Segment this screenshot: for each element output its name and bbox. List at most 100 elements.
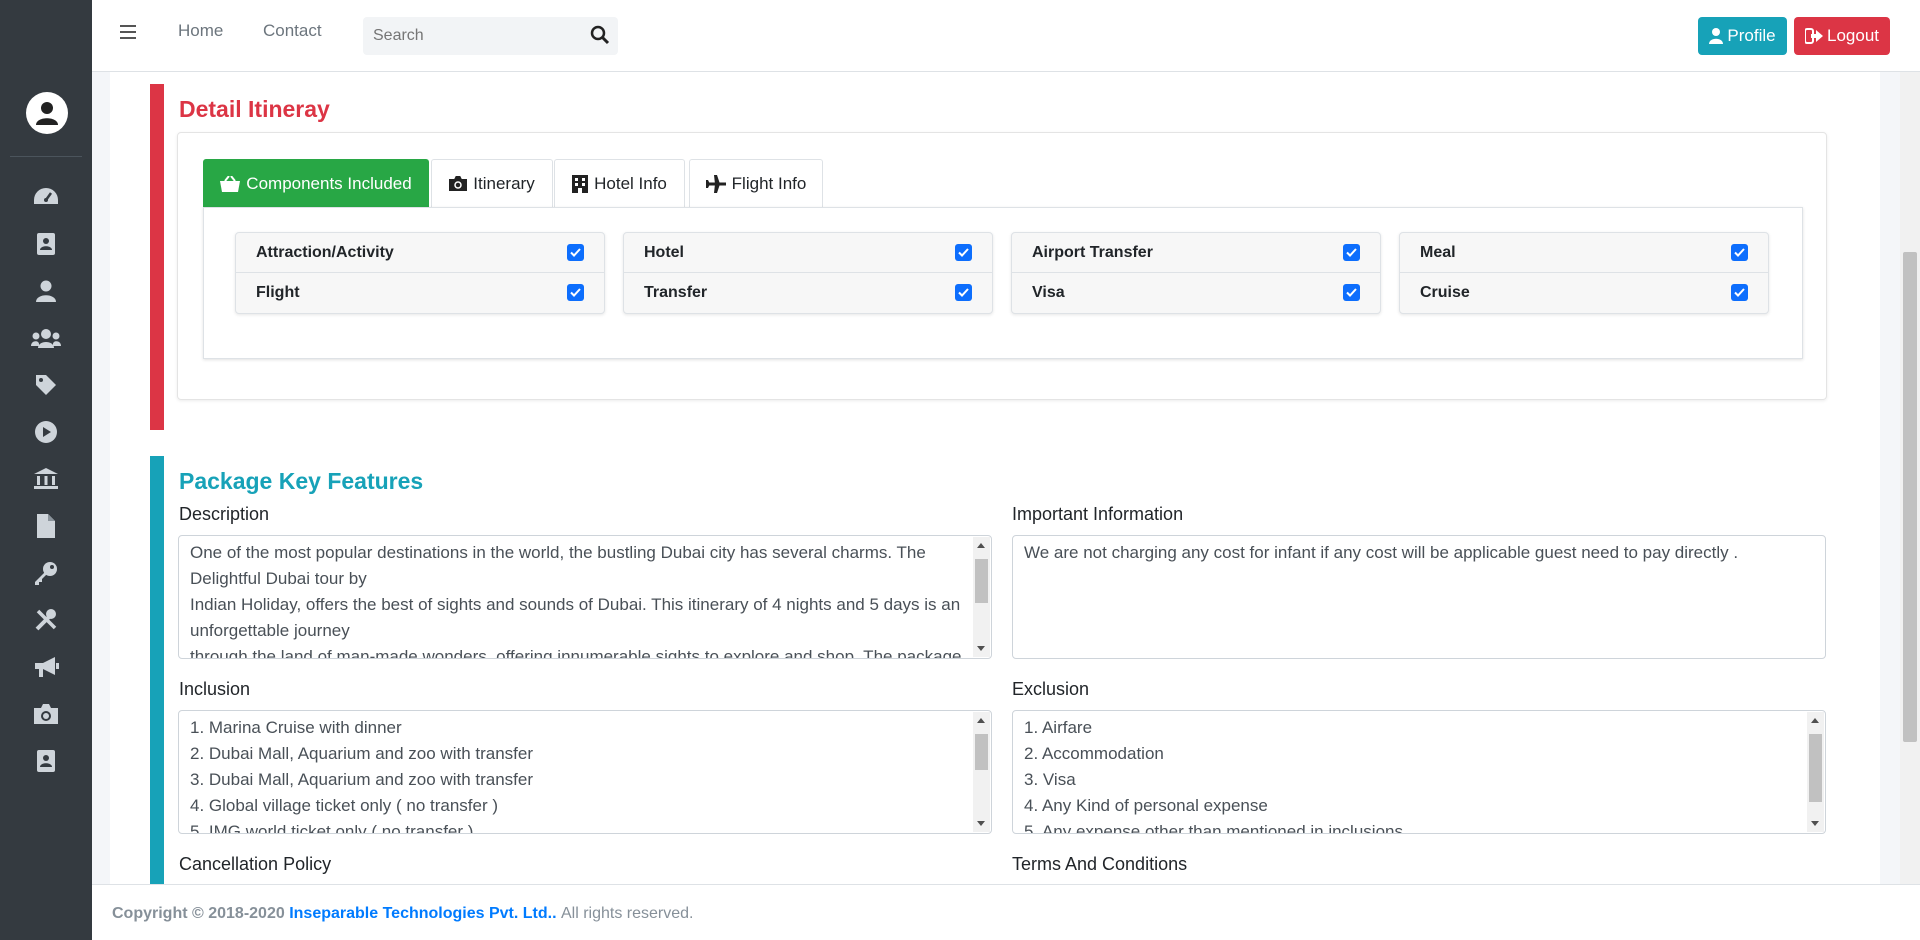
component-row: Transfer	[624, 273, 992, 313]
important-information-label: Important Information	[1012, 504, 1184, 524]
exclusion-textarea[interactable]: 1. Airfare 2. Accommodation 3. Visa 4. A…	[1012, 710, 1826, 834]
user-icon	[1709, 28, 1724, 44]
text-line: through the land of man-made wonders, of…	[190, 647, 962, 659]
bullhorn-icon[interactable]	[31, 654, 61, 680]
dashboard-icon[interactable]	[31, 184, 61, 210]
nav-link-home[interactable]: Home	[178, 21, 223, 41]
scroll-down-arrow-icon[interactable]	[977, 646, 985, 651]
tools-icon[interactable]	[31, 607, 61, 633]
description-label: Description	[179, 504, 270, 524]
hamburger-menu-icon[interactable]	[120, 20, 144, 44]
scroll-up-arrow-icon[interactable]	[1811, 718, 1819, 723]
checkbox-checked-icon[interactable]	[955, 284, 972, 301]
page-scrollbar[interactable]	[1900, 72, 1920, 940]
textarea-scrollbar[interactable]	[973, 712, 990, 832]
component-row: Airport Transfer	[1012, 233, 1380, 273]
text-line: 4. Any Kind of personal expense	[1024, 796, 1268, 815]
inclusion-textarea[interactable]: 1. Marina Cruise with dinner 2. Dubai Ma…	[178, 710, 992, 834]
profile-button[interactable]: Profile	[1698, 17, 1787, 55]
important-information-textarea[interactable]: We are not charging any cost for infant …	[1012, 535, 1826, 659]
component-row: Flight	[236, 273, 604, 313]
camera-icon[interactable]	[31, 701, 61, 727]
component-card: Hotel Transfer	[623, 232, 993, 314]
component-row: Cruise	[1400, 273, 1768, 313]
footer-company-link[interactable]: Inseparable Technologies Pvt. Ltd..	[289, 905, 556, 922]
component-label: Transfer	[644, 284, 708, 301]
component-card: Attraction/Activity Flight	[235, 232, 605, 314]
tag-icon[interactable]	[31, 372, 61, 398]
component-label: Cruise	[1420, 284, 1470, 301]
sign-out-icon	[1805, 28, 1823, 44]
tab-components-included[interactable]: Components Included	[203, 159, 429, 207]
search-icon[interactable]	[590, 25, 612, 47]
component-card: Airport Transfer Visa	[1011, 232, 1381, 314]
checkbox-checked-icon[interactable]	[567, 244, 584, 261]
search-input[interactable]	[363, 17, 583, 55]
description-textarea[interactable]: One of the most popular destinations in …	[178, 535, 992, 659]
profile-button-label: Profile	[1727, 26, 1776, 45]
scroll-down-arrow-icon[interactable]	[977, 821, 985, 826]
scroll-thumb[interactable]	[1809, 734, 1822, 802]
component-row: Visa	[1012, 273, 1380, 313]
checkbox-checked-icon[interactable]	[1731, 284, 1748, 301]
sidebar-divider	[10, 156, 82, 157]
text-line: 3. Visa	[1024, 770, 1076, 789]
checkbox-checked-icon[interactable]	[1343, 284, 1360, 301]
text-line: 1. Airfare	[1024, 718, 1093, 737]
inclusion-label: Inclusion	[179, 679, 251, 699]
checkbox-checked-icon[interactable]	[955, 244, 972, 261]
textarea-scrollbar[interactable]	[973, 537, 990, 657]
user-icon[interactable]	[31, 278, 61, 304]
text-line: We are not charging any cost for infant …	[1024, 543, 1739, 562]
search-box	[363, 17, 618, 55]
tab-itinerary[interactable]: Itinerary	[431, 159, 553, 207]
page-scroll-thumb[interactable]	[1903, 252, 1917, 742]
play-circle-icon[interactable]	[31, 419, 61, 445]
footer: Copyright © 2018-2020 Inseparable Techno…	[92, 884, 1920, 940]
detail-accent-bar	[150, 84, 164, 430]
component-label: Attraction/Activity	[256, 243, 394, 261]
tab-label: Hotel Info	[594, 173, 667, 193]
component-row: Attraction/Activity	[236, 233, 604, 273]
contact-card-icon[interactable]	[31, 748, 61, 774]
user-avatar-icon[interactable]	[26, 92, 68, 134]
text-line: 5. IMG world ticket only ( no transfer )	[190, 822, 474, 834]
nav-link-contact[interactable]: Contact	[263, 21, 322, 41]
checkbox-checked-icon[interactable]	[1343, 244, 1360, 261]
features-accent-bar	[150, 456, 164, 886]
terms-and-conditions-label: Terms And Conditions	[1012, 854, 1188, 874]
checkbox-checked-icon[interactable]	[1731, 244, 1748, 261]
footer-rights: All rights reserved.	[560, 905, 694, 922]
tab-label: Itinerary	[473, 173, 535, 193]
component-label: Hotel	[644, 243, 684, 261]
checkbox-checked-icon[interactable]	[567, 284, 584, 301]
text-line: 4. Global village ticket only ( no trans…	[190, 796, 499, 815]
key-icon[interactable]	[31, 560, 61, 586]
text-line: One of the most popular destinations in …	[190, 543, 926, 562]
camera-icon	[449, 176, 468, 191]
text-line: 2. Accommodation	[1024, 744, 1164, 763]
exclusion-label: Exclusion	[1012, 679, 1090, 699]
text-line: 3. Dubai Mall, Aquarium and zoo with tra…	[190, 770, 534, 789]
scroll-thumb[interactable]	[975, 734, 988, 770]
footer-copyright: Copyright © 2018-2020	[112, 905, 285, 922]
text-line: Indian Holiday, offers the best of sight…	[190, 595, 961, 614]
file-icon[interactable]	[31, 513, 61, 539]
logout-button-label: Logout	[1827, 26, 1879, 45]
scroll-up-arrow-icon[interactable]	[977, 543, 985, 548]
textarea-scrollbar[interactable]	[1807, 712, 1824, 832]
users-icon[interactable]	[31, 325, 61, 351]
scroll-down-arrow-icon[interactable]	[1811, 821, 1819, 826]
basket-icon	[220, 175, 241, 192]
scroll-up-arrow-icon[interactable]	[977, 718, 985, 723]
component-row: Hotel	[624, 233, 992, 273]
component-card: Meal Cruise	[1399, 232, 1769, 314]
scroll-thumb[interactable]	[975, 559, 988, 603]
text-line: 5. Any expense other than mentioned in i…	[1024, 822, 1403, 834]
logout-button[interactable]: Logout	[1794, 17, 1890, 55]
bank-icon[interactable]	[31, 466, 61, 492]
tab-hotel-info[interactable]: Hotel Info	[554, 159, 685, 207]
address-book-icon[interactable]	[31, 231, 61, 257]
component-label: Visa	[1032, 284, 1065, 301]
tab-flight-info[interactable]: Flight Info	[689, 159, 823, 207]
